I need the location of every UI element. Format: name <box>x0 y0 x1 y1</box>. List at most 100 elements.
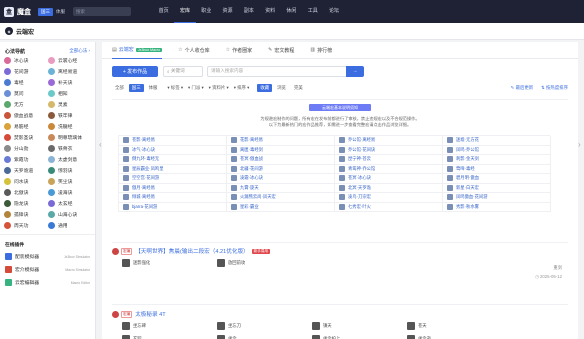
macro-cell[interactable]: 九霄·旋天 <box>227 183 335 193</box>
macro-cell[interactable]: 苍影·离经易 <box>119 136 227 146</box>
filter-dropdown[interactable]: ▾ 资料片 ▾ <box>209 85 229 91</box>
filter-toggle[interactable]: 收藏 <box>257 84 273 92</box>
sect-item[interactable]: 分山劲 <box>4 144 48 153</box>
sect-item[interactable]: 焚影圣诀 <box>4 133 48 142</box>
all-sects-link[interactable]: 全部心法 › <box>69 48 90 56</box>
sect-item[interactable]: 毒经 <box>4 78 48 87</box>
sect-item[interactable]: 云裳心经 <box>48 56 92 65</box>
filter-chip[interactable]: 全部 <box>112 84 127 92</box>
nav-item[interactable]: 资料 <box>259 0 280 23</box>
nav-item[interactable]: 职业 <box>196 0 217 23</box>
tab-item[interactable]: ✎ 宏文教程 <box>268 42 294 59</box>
publish-button[interactable]: + 发布作品 <box>112 65 158 77</box>
filter-dropdown[interactable]: ▾ 标签 ▾ <box>167 85 183 91</box>
sect-item[interactable]: 天罗诡道 <box>4 166 48 175</box>
sect-item[interactable]: 凌海诀 <box>48 188 92 197</box>
sect-item[interactable]: 灵素 <box>48 100 92 109</box>
sect-item[interactable]: 花间游 <box>4 67 48 76</box>
macro-cell[interactable]: 空空宫·花间游 <box>119 174 227 184</box>
site-logo[interactable]: 盒 魔盒 <box>4 6 31 17</box>
sect-item[interactable]: 离经易道 <box>48 67 92 76</box>
tab-item[interactable]: ☆ 作者圈家 <box>226 42 253 59</box>
macro-cell[interactable]: 凌霜·冰心诀 <box>227 174 335 184</box>
tool-item[interactable]: 宏介模拟器 Macro Simulator <box>0 263 95 276</box>
macro-cell[interactable]: 傲月·离经易 <box>119 183 227 193</box>
macro-cell[interactable]: 青鸾神·乔公馆 <box>335 164 443 174</box>
tool-item[interactable]: 配装模拟器 Jx3box Simulator <box>0 250 95 263</box>
carousel-prev-icon[interactable]: ‹ <box>99 140 102 149</box>
macro-cell[interactable]: 七秀宏·叶火 <box>335 202 443 212</box>
filter-dropdown[interactable]: ▾ 门派 ▾ <box>188 85 204 91</box>
macro-cell[interactable]: 倒九环·毒经无 <box>119 155 227 165</box>
nav-item[interactable]: 论坛 <box>323 0 344 23</box>
nav-item[interactable]: 副本 <box>238 0 259 23</box>
sect-item[interactable]: 补天诀 <box>48 78 92 87</box>
macro-cell[interactable]: 星彩·霸业 <box>227 202 335 212</box>
macro-cell[interactable]: 星辰霸业·凤鸣皇 <box>119 164 227 174</box>
macro-cell[interactable]: 凤鸣傲血·花间游 <box>443 193 551 203</box>
macro-cell[interactable]: 新星·白天宏 <box>443 183 551 193</box>
macro-cell[interactable]: 苍冥·傲血战 <box>227 155 335 165</box>
sect-item[interactable]: 易筋经 <box>4 122 48 131</box>
tab-item[interactable]: ☆ 个人收仓库 <box>178 42 210 59</box>
macro-cell[interactable]: 昆宁神·苍云 <box>335 155 443 165</box>
sect-item[interactable]: 无方 <box>4 100 48 109</box>
sect-item[interactable]: 隐龙诀 <box>4 199 48 208</box>
macro-cell[interactable]: 秀影·秋水雾 <box>443 202 551 212</box>
macro-cell[interactable]: bjarra·花间游 <box>119 202 227 212</box>
macro-cell[interactable]: 莺啼·毒经 <box>443 164 551 174</box>
macro-cell[interactable]: 北疆·花间游 <box>227 164 335 174</box>
macro-cell[interactable]: 苍冥·冰心诀 <box>335 174 443 184</box>
macro-cell[interactable]: 火漏熊云尚·凤天宏 <box>227 193 335 203</box>
sect-item[interactable]: 傲血战意 <box>4 111 48 120</box>
post-item[interactable]: 宏编太极秘录 4T坐忘碑坐忘刀镇天苍天玄踪坐伞坐伞护上坐伞逝CetoRKe◷ 2… <box>112 310 568 339</box>
nav-item[interactable]: 首页 <box>153 0 174 23</box>
filter-chip[interactable]: 体服 <box>146 84 161 92</box>
macro-cell[interactable]: 花影·离经易 <box>227 136 335 146</box>
post-title[interactable]: 太极秘录 4T <box>135 310 165 318</box>
tab-item[interactable]: ▤ 云端宏 Jx3box Macro <box>112 42 163 59</box>
macro-cell[interactable]: 离匿·毒经剑 <box>227 145 335 155</box>
sect-item[interactable]: 明尊琉璃体 <box>48 133 92 142</box>
post-item[interactable]: 宏编 【天啊世界】焦晨(输出二段宏（4.21优化版） 新手易用 迷影强化 放回前攻 重剑 ◷… <box>112 247 568 279</box>
nav-item[interactable]: 休闲 <box>281 0 302 23</box>
server-option-1[interactable]: 国三 <box>38 7 53 16</box>
nav-item[interactable]: 工具 <box>302 0 323 23</box>
top-search-input[interactable]: 搜索 <box>73 7 131 16</box>
sect-item[interactable]: 太虚剑意 <box>48 155 92 164</box>
filter-toggle[interactable]: 浏览 <box>274 84 289 92</box>
tab-item[interactable]: ▥ 排行榜 <box>310 42 332 59</box>
filter-chip[interactable]: 国三 <box>128 84 144 92</box>
sect-item[interactable]: 通用 <box>48 221 92 230</box>
sect-item[interactable]: 问水诀 <box>4 177 48 186</box>
sect-item[interactable]: 山海心诀 <box>48 210 92 219</box>
macro-cell[interactable]: 凤鸣·乔公馆 <box>443 145 551 155</box>
server-option-2[interactable]: 体服 <box>53 8 68 16</box>
sect-item[interactable]: 冰心诀 <box>4 56 48 65</box>
keyword-select[interactable]: ⌕ 关键词 <box>163 65 203 77</box>
macro-cell[interactable]: 刺影·金天剑 <box>443 155 551 165</box>
carousel-next-icon[interactable]: › <box>578 140 581 149</box>
macro-cell[interactable]: 乔公馆·离经易 <box>335 136 443 146</box>
tool-item[interactable]: 云宏编辑器 Macro Editor <box>0 276 95 289</box>
sect-item[interactable]: 相知 <box>48 89 92 98</box>
sect-item[interactable]: 莫问 <box>4 89 48 98</box>
macro-cell[interactable]: 北冥·天罗诡 <box>335 183 443 193</box>
macro-cell[interactable]: 迷墟·无方花 <box>443 136 551 146</box>
post-title[interactable]: 【天啊世界】焦晨(输出二段宏（4.21优化版） <box>135 247 248 255</box>
filter-toggle[interactable]: 完美 <box>291 84 306 92</box>
macro-cell[interactable]: 碧月明·傲血 <box>443 174 551 184</box>
nav-item[interactable]: 宏库 <box>174 0 196 23</box>
sect-item[interactable]: 北傲诀 <box>4 188 48 197</box>
sect-item[interactable]: 紫霞功 <box>4 155 48 164</box>
sect-item[interactable]: 铁牢律 <box>48 111 92 120</box>
sort-option[interactable]: ✎ 最后更新 <box>511 85 533 91</box>
macro-cell[interactable]: 倾城·离经易 <box>119 193 227 203</box>
sect-item[interactable]: 铁骨衣 <box>48 144 92 153</box>
macro-cell[interactable]: 冰气·冰心诀 <box>119 145 227 155</box>
sort-option[interactable]: ⇅ 按热度排序 <box>541 85 568 91</box>
sect-item[interactable]: 笑尘诀 <box>48 177 92 186</box>
nav-item[interactable]: 资源 <box>217 0 238 23</box>
sect-item[interactable]: 孤锋诀 <box>4 210 48 219</box>
post-author[interactable]: 重剑 <box>535 265 562 271</box>
